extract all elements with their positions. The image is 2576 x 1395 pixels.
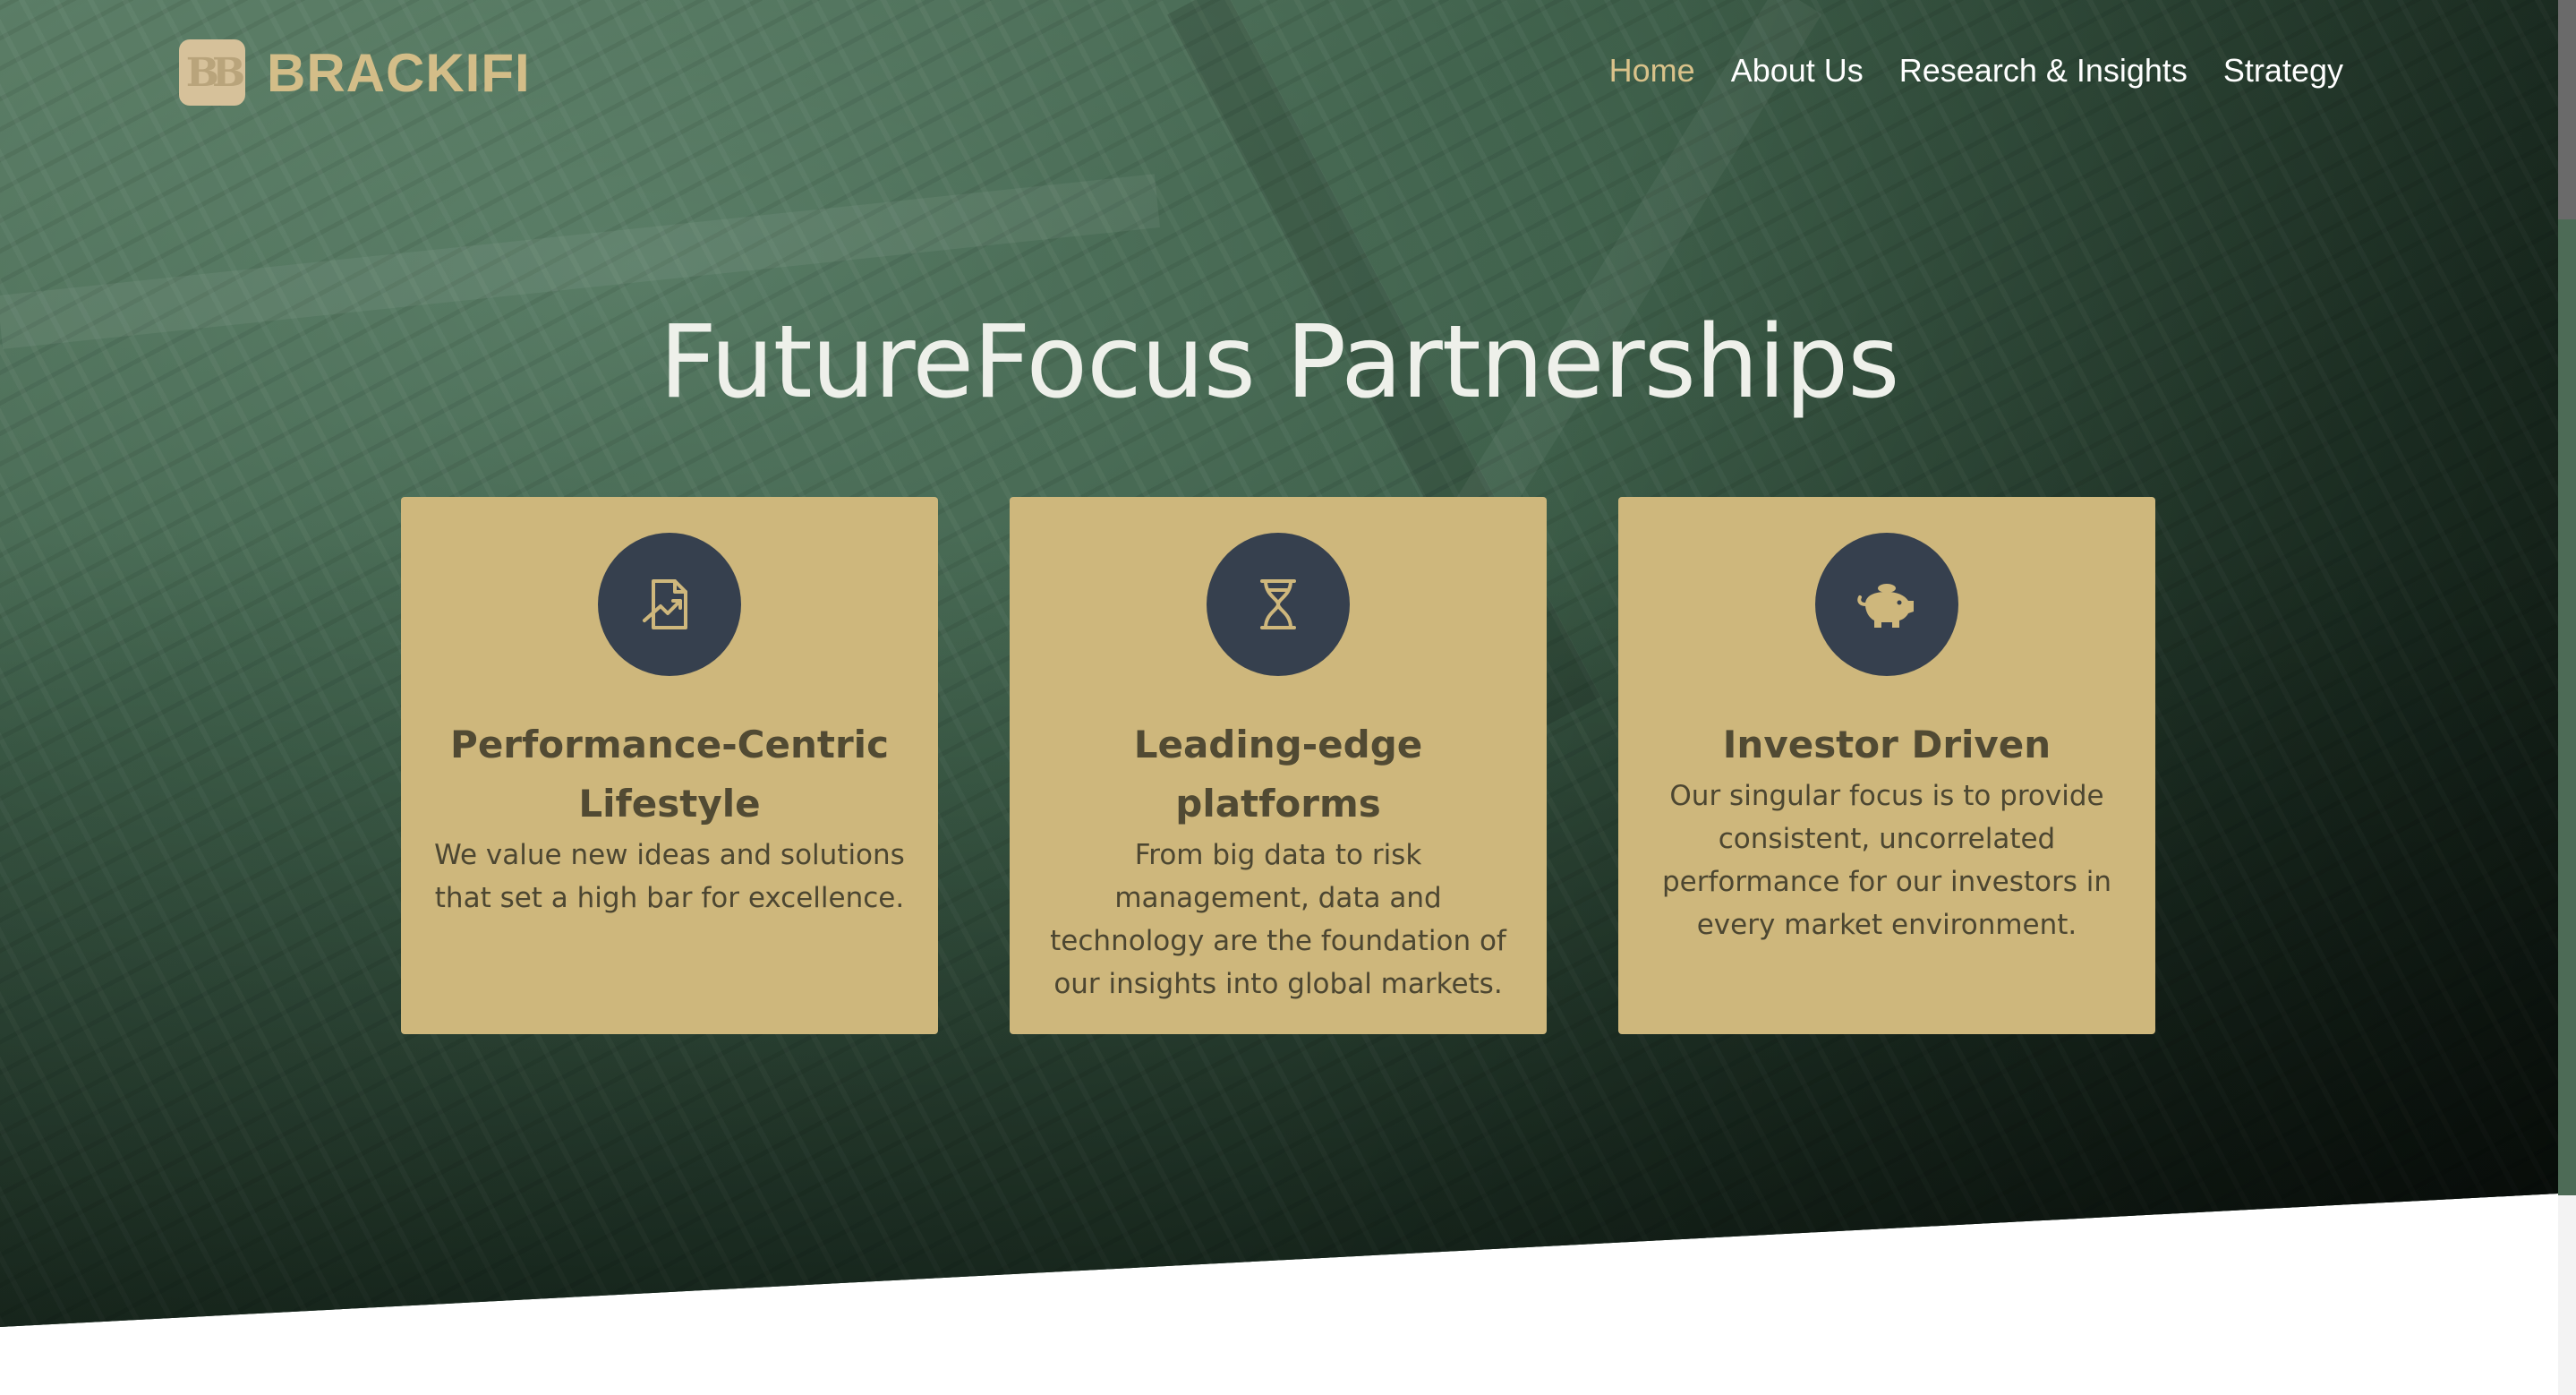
brand-logo[interactable]: BB BRACKIFI xyxy=(179,39,531,106)
feature-cards: Performance-Centric Lifestyle We value n… xyxy=(401,497,2155,1034)
scrollbar-thumb[interactable] xyxy=(2558,0,2576,219)
logo-mark-icon: BB xyxy=(179,39,245,106)
hero-title: FutureFocus Partnerships xyxy=(659,304,1899,421)
feature-card: Performance-Centric Lifestyle We value n… xyxy=(401,497,938,1034)
feature-card: Leading-edge platforms From big data to … xyxy=(1010,497,1547,1034)
hourglass-icon xyxy=(1207,533,1350,676)
page: BB BRACKIFI Home About Us Research & Ins… xyxy=(0,0,2576,1395)
nav-item-research-insights[interactable]: Research & Insights xyxy=(1899,52,2188,90)
card-text: We value new ideas and solutions that se… xyxy=(434,839,905,914)
feature-card: Investor Driven Our singular focus is to… xyxy=(1618,497,2155,1034)
nav-item-about-us[interactable]: About Us xyxy=(1731,52,1864,90)
card-title: Leading-edge platforms xyxy=(1133,723,1423,826)
nav-item-home[interactable]: Home xyxy=(1609,52,1695,90)
piggy-bank-icon xyxy=(1815,533,1958,676)
nav-item-strategy[interactable]: Strategy xyxy=(2223,52,2343,90)
card-title: Investor Driven xyxy=(1722,723,2051,766)
main-nav: Home About Us Research & Insights Strate… xyxy=(1609,52,2343,90)
card-text: Our singular focus is to provide consist… xyxy=(1661,780,2112,941)
scrollbar-track-segment xyxy=(2558,219,2576,1195)
card-text: From big data to risk management, data a… xyxy=(1050,839,1506,1000)
card-title: Performance-Centric Lifestyle xyxy=(450,723,889,826)
document-chart-icon xyxy=(598,533,741,676)
brand-name: BRACKIFI xyxy=(267,42,531,103)
